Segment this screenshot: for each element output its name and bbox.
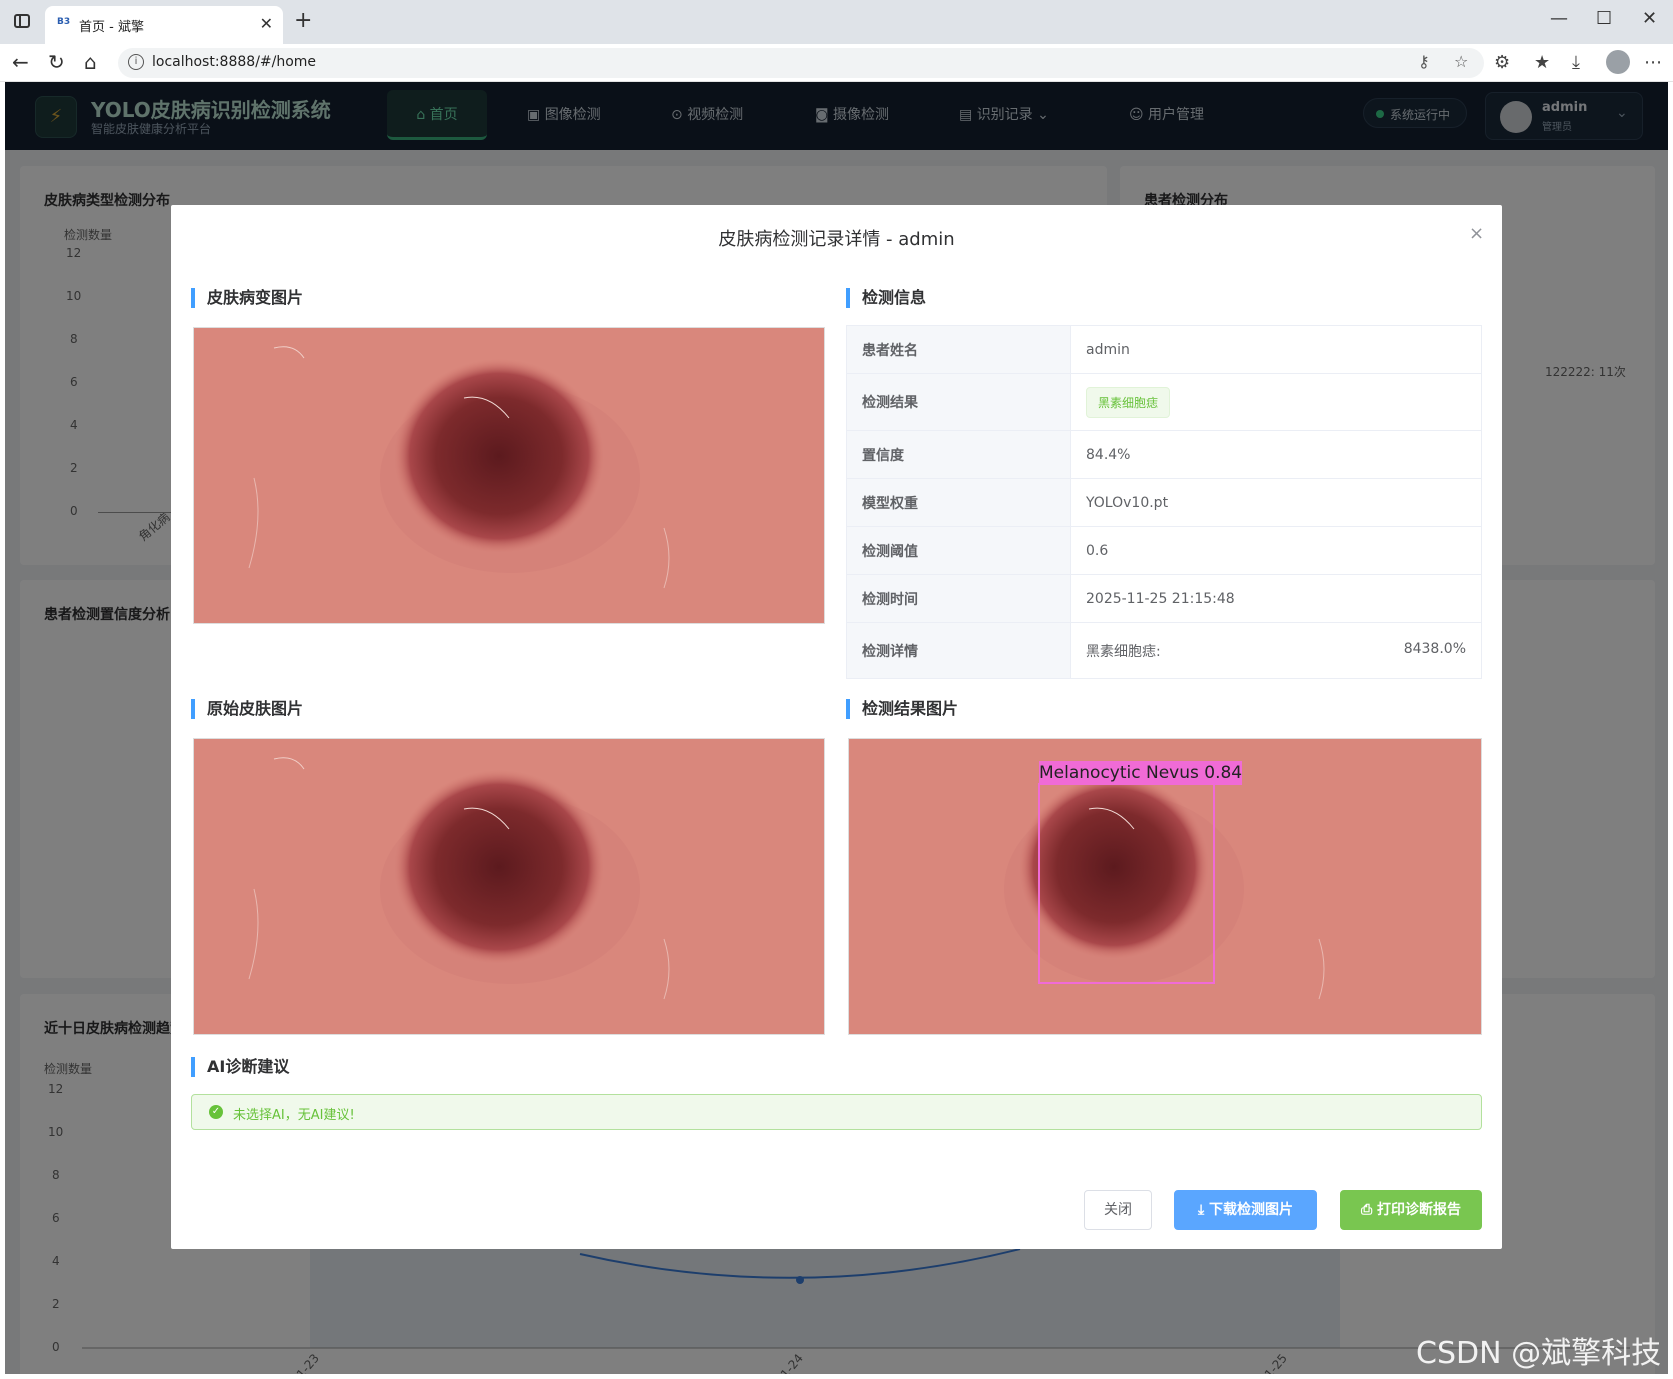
section-lesion-image: 皮肤病变图片	[191, 288, 303, 308]
confidence-label: 置信度	[846, 430, 1071, 479]
key-icon[interactable]: ⚷	[1418, 52, 1430, 71]
confidence-value: 84.4%	[1070, 430, 1482, 479]
ai-advice-alert: ✓ 未选择AI，无AI建议!	[191, 1094, 1482, 1130]
time-value: 2025-11-25 21:15:48	[1070, 574, 1482, 623]
model-value: YOLOv10.pt	[1070, 478, 1482, 527]
section-original-image: 原始皮肤图片	[191, 699, 303, 719]
window-menu-icon[interactable]	[14, 14, 30, 28]
ai-advice-text: 未选择AI，无AI建议!	[233, 1108, 355, 1123]
detail-class-name: 黑素细胞痣:	[1086, 643, 1161, 660]
table-row: 检测时间 2025-11-25 21:15:48	[846, 574, 1482, 623]
home-icon[interactable]: ⌂	[84, 50, 97, 74]
close-icon[interactable]: ×	[1469, 223, 1484, 244]
detail-label: 检测详情	[846, 622, 1071, 679]
result-label: 检测结果	[846, 373, 1071, 431]
section-detection-info: 检测信息	[846, 288, 926, 308]
detection-info-table: 患者姓名 admin 检测结果 黑素细胞痣 置信度 84.4% 模型权重 YOL…	[846, 325, 1482, 679]
browser-address-bar: ← ↻ ⌂ i localhost:8888/#/home ⚷ ☆ ⚙ ★ ⤓ …	[0, 44, 1673, 82]
result-tag: 黑素细胞痣	[1086, 386, 1171, 418]
section-ai-advice: AI诊断建议	[191, 1057, 289, 1077]
table-row: 检测阈值 0.6	[846, 526, 1482, 575]
print-label: 打印诊断报告	[1377, 1202, 1462, 1218]
printer-icon: ⎙	[1360, 1202, 1378, 1218]
model-label: 模型权重	[846, 478, 1071, 527]
tab-title: 首页 - 斌擎	[79, 20, 144, 35]
download-image-button[interactable]: ⤓ 下载检测图片	[1174, 1190, 1317, 1230]
original-image[interactable]	[193, 738, 825, 1035]
close-button[interactable]: 关闭	[1084, 1190, 1152, 1230]
reload-icon[interactable]: ↻	[48, 50, 65, 74]
detail-class-value: 8438.0%	[1403, 640, 1466, 657]
back-icon[interactable]: ←	[12, 50, 29, 74]
table-row: 置信度 84.4%	[846, 430, 1482, 479]
url-field[interactable]: i localhost:8888/#/home ⚷ ☆	[118, 48, 1484, 78]
record-detail-dialog: 皮肤病检测记录详情 - admin × 皮肤病变图片 检测信息 原始皮肤图片 检…	[171, 205, 1502, 1249]
detection-label: Melanocytic Nevus 0.84	[1039, 763, 1243, 783]
download-icon: ⤓	[1197, 1202, 1210, 1218]
maximize-icon[interactable]: ☐	[1596, 8, 1612, 29]
new-tab-icon[interactable]: +	[294, 8, 312, 33]
threshold-value: 0.6	[1070, 526, 1482, 575]
tab-close-icon[interactable]: ✕	[260, 14, 273, 33]
browser-tab-bar: B3 首页 - 斌擎 ✕ + — ☐ ✕	[0, 0, 1673, 44]
table-row: 模型权重 YOLOv10.pt	[846, 478, 1482, 527]
patient-name-value: admin	[1070, 325, 1482, 374]
site-info-icon[interactable]: i	[128, 54, 144, 70]
time-label: 检测时间	[846, 574, 1071, 623]
table-row: 检测详情 黑素细胞痣: 8438.0%	[846, 622, 1482, 679]
section-result-image: 检测结果图片	[846, 699, 958, 719]
result-cell: 黑素细胞痣	[1070, 373, 1482, 431]
print-report-button[interactable]: ⎙ 打印诊断报告	[1340, 1190, 1482, 1230]
watermark: CSDN @斌擎科技	[1416, 1336, 1662, 1371]
favorites-icon[interactable]: ★	[1534, 52, 1550, 73]
more-menu-icon[interactable]: ⋯	[1644, 52, 1662, 73]
dialog-title: 皮肤病检测记录详情 - admin	[718, 229, 955, 250]
patient-name-label: 患者姓名	[846, 325, 1071, 374]
favorite-star-icon[interactable]: ☆	[1454, 52, 1468, 71]
download-label: 下载检测图片	[1209, 1202, 1294, 1218]
minimize-icon[interactable]: —	[1550, 8, 1568, 29]
window-close-icon[interactable]: ✕	[1642, 8, 1657, 29]
downloads-icon[interactable]: ⤓	[1572, 52, 1580, 73]
table-row: 患者姓名 admin	[846, 325, 1482, 374]
url-text: localhost:8888/#/home	[152, 54, 317, 70]
profile-icon[interactable]	[1606, 50, 1630, 74]
table-row: 检测结果 黑素细胞痣	[846, 373, 1482, 431]
favicon-icon: B3	[57, 17, 71, 27]
detail-cell: 黑素细胞痣: 8438.0%	[1070, 622, 1482, 679]
check-circle-icon: ✓	[209, 1105, 223, 1119]
extensions-icon[interactable]: ⚙	[1494, 52, 1510, 73]
result-image[interactable]: Melanocytic Nevus 0.84	[848, 738, 1482, 1035]
lesion-image[interactable]	[193, 327, 825, 624]
threshold-label: 检测阈值	[846, 526, 1071, 575]
browser-tab[interactable]: B3 首页 - 斌擎 ✕	[45, 6, 283, 44]
